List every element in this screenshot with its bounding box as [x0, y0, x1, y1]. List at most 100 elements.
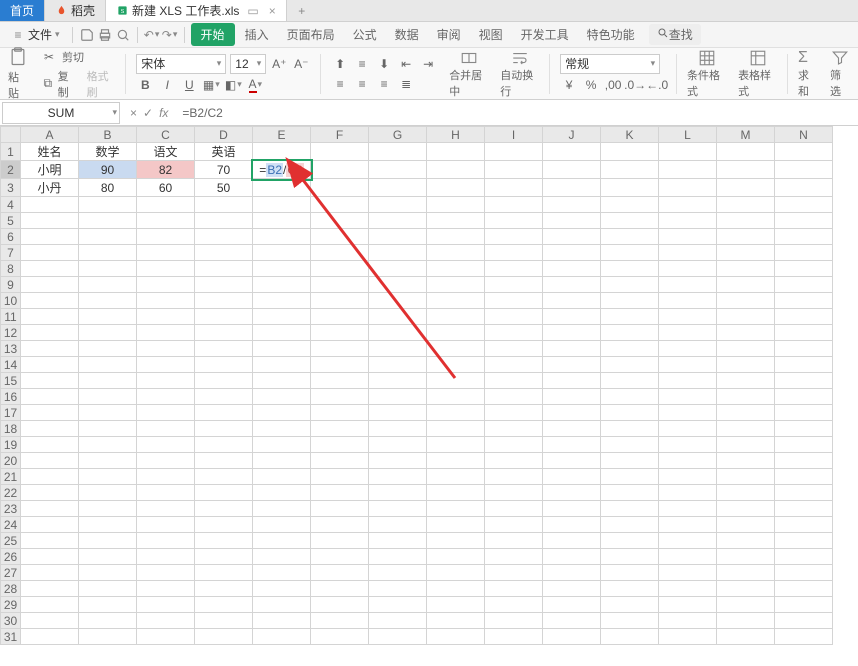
cell-M12[interactable] — [717, 325, 775, 341]
cell-D30[interactable] — [195, 613, 253, 629]
cell-L1[interactable] — [659, 143, 717, 161]
cell-L25[interactable] — [659, 533, 717, 549]
cell-A27[interactable] — [21, 565, 79, 581]
cell-H29[interactable] — [427, 597, 485, 613]
cell-D10[interactable] — [195, 293, 253, 309]
cell-B2[interactable]: 90 — [79, 161, 137, 179]
cell-E18[interactable] — [253, 421, 311, 437]
cell-E26[interactable] — [253, 549, 311, 565]
cell-F13[interactable] — [311, 341, 369, 357]
row-header-23[interactable]: 23 — [1, 501, 21, 517]
cell-E6[interactable] — [253, 229, 311, 245]
row-header-27[interactable]: 27 — [1, 565, 21, 581]
cell-H12[interactable] — [427, 325, 485, 341]
cell-L20[interactable] — [659, 453, 717, 469]
cell-D9[interactable] — [195, 277, 253, 293]
cell-G19[interactable] — [369, 437, 427, 453]
cell-C19[interactable] — [137, 437, 195, 453]
cell-J27[interactable] — [543, 565, 601, 581]
cell-F27[interactable] — [311, 565, 369, 581]
cell-B30[interactable] — [79, 613, 137, 629]
cell-K25[interactable] — [601, 533, 659, 549]
cell-H15[interactable] — [427, 373, 485, 389]
cell-D31[interactable] — [195, 629, 253, 645]
cell-C27[interactable] — [137, 565, 195, 581]
cell-D5[interactable] — [195, 213, 253, 229]
cell-E4[interactable] — [253, 197, 311, 213]
cell-A10[interactable] — [21, 293, 79, 309]
cell-A16[interactable] — [21, 389, 79, 405]
cell-A7[interactable] — [21, 245, 79, 261]
tab-workbook[interactable]: S 新建 XLS 工作表.xls ▭ × — [106, 0, 287, 21]
cell-M3[interactable] — [717, 179, 775, 197]
cell-E24[interactable] — [253, 517, 311, 533]
cell-M17[interactable] — [717, 405, 775, 421]
cell-G14[interactable] — [369, 357, 427, 373]
cell-H21[interactable] — [427, 469, 485, 485]
cell-D16[interactable] — [195, 389, 253, 405]
cell-L3[interactable] — [659, 179, 717, 197]
cell-N12[interactable] — [775, 325, 833, 341]
cell-E28[interactable] — [253, 581, 311, 597]
cell-D4[interactable] — [195, 197, 253, 213]
cell-M10[interactable] — [717, 293, 775, 309]
cell-I22[interactable] — [485, 485, 543, 501]
cell-I28[interactable] — [485, 581, 543, 597]
cell-M2[interactable] — [717, 161, 775, 179]
cell-B14[interactable] — [79, 357, 137, 373]
cell-N8[interactable] — [775, 261, 833, 277]
cell-J11[interactable] — [543, 309, 601, 325]
cell-N23[interactable] — [775, 501, 833, 517]
cell-E3[interactable] — [253, 179, 311, 197]
cell-A29[interactable] — [21, 597, 79, 613]
cell-J29[interactable] — [543, 597, 601, 613]
cell-L10[interactable] — [659, 293, 717, 309]
cell-C25[interactable] — [137, 533, 195, 549]
cell-D12[interactable] — [195, 325, 253, 341]
cell-N13[interactable] — [775, 341, 833, 357]
col-header-C[interactable]: C — [137, 127, 195, 143]
cell-G10[interactable] — [369, 293, 427, 309]
cell-M20[interactable] — [717, 453, 775, 469]
cell-M11[interactable] — [717, 309, 775, 325]
cell-I30[interactable] — [485, 613, 543, 629]
col-header-D[interactable]: D — [195, 127, 253, 143]
cell-E21[interactable] — [253, 469, 311, 485]
cell-I26[interactable] — [485, 549, 543, 565]
cell-H16[interactable] — [427, 389, 485, 405]
cell-B5[interactable] — [79, 213, 137, 229]
row-header-7[interactable]: 7 — [1, 245, 21, 261]
cell-I18[interactable] — [485, 421, 543, 437]
cell-K9[interactable] — [601, 277, 659, 293]
row-header-8[interactable]: 8 — [1, 261, 21, 277]
cell-N20[interactable] — [775, 453, 833, 469]
menu-insert[interactable]: 插入 — [237, 23, 277, 46]
cell-F7[interactable] — [311, 245, 369, 261]
cancel-formula-button[interactable]: × — [130, 106, 137, 120]
row-header-5[interactable]: 5 — [1, 213, 21, 229]
cell-D11[interactable] — [195, 309, 253, 325]
cell-B10[interactable] — [79, 293, 137, 309]
cell-D1[interactable]: 英语 — [195, 143, 253, 161]
cell-F18[interactable] — [311, 421, 369, 437]
cell-B27[interactable] — [79, 565, 137, 581]
cell-E9[interactable] — [253, 277, 311, 293]
cell-J18[interactable] — [543, 421, 601, 437]
underline-icon[interactable]: U — [180, 76, 198, 94]
cell-L12[interactable] — [659, 325, 717, 341]
cell-A17[interactable] — [21, 405, 79, 421]
cell-M14[interactable] — [717, 357, 775, 373]
cell-L8[interactable] — [659, 261, 717, 277]
cell-N29[interactable] — [775, 597, 833, 613]
cell-N18[interactable] — [775, 421, 833, 437]
cell-K1[interactable] — [601, 143, 659, 161]
cell-J14[interactable] — [543, 357, 601, 373]
cell-G24[interactable] — [369, 517, 427, 533]
cell-D29[interactable] — [195, 597, 253, 613]
cell-I16[interactable] — [485, 389, 543, 405]
cell-H1[interactable] — [427, 143, 485, 161]
cell-I23[interactable] — [485, 501, 543, 517]
cell-B15[interactable] — [79, 373, 137, 389]
cell-L21[interactable] — [659, 469, 717, 485]
cell-E7[interactable] — [253, 245, 311, 261]
